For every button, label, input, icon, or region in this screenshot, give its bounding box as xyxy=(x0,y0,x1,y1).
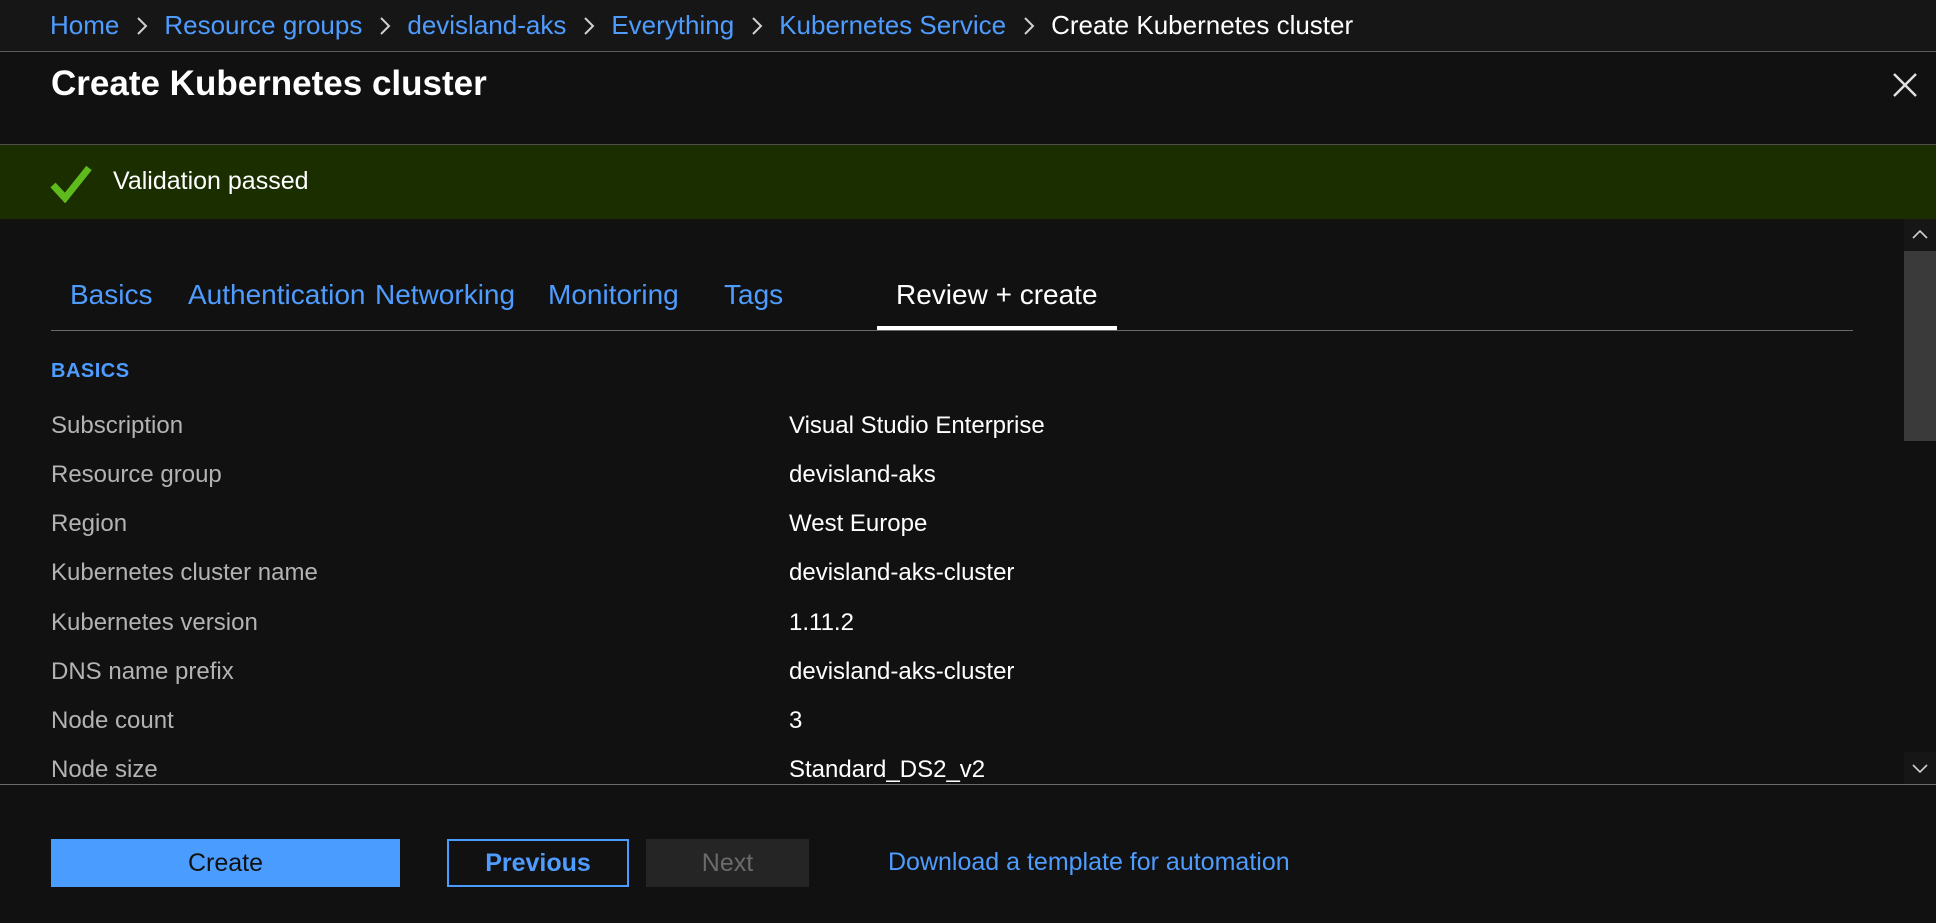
row-label: Resource group xyxy=(51,461,222,488)
breadcrumb-home[interactable]: Home xyxy=(50,10,119,41)
chevron-right-icon xyxy=(362,0,407,52)
page-title: Create Kubernetes cluster xyxy=(51,64,487,103)
validation-banner: Validation passed xyxy=(0,144,1936,219)
review-row-kubernetes-version: Kubernetes version 1.11.2 xyxy=(51,609,1851,649)
chevron-up-icon xyxy=(1912,229,1928,239)
chevron-right-icon xyxy=(734,0,779,52)
tab-basics[interactable]: Basics xyxy=(51,271,171,330)
review-row-dns-prefix: DNS name prefix devisland-aks-cluster xyxy=(51,658,1851,698)
row-value: devisland-aks xyxy=(789,461,936,488)
tab-monitoring[interactable]: Monitoring xyxy=(529,271,698,330)
row-label: DNS name prefix xyxy=(51,658,234,685)
row-label: Region xyxy=(51,510,128,537)
review-row-subscription: Subscription Visual Studio Enterprise xyxy=(51,412,1851,452)
row-label: Kubernetes version xyxy=(51,609,258,636)
review-row-region: Region West Europe xyxy=(51,510,1851,550)
scroll-down-button[interactable] xyxy=(1904,752,1936,784)
scroll-track[interactable] xyxy=(1904,251,1936,752)
review-content: Basics Authentication Networking Monitor… xyxy=(0,219,1904,784)
row-label: Subscription xyxy=(51,412,184,439)
chevron-right-icon xyxy=(1006,0,1051,52)
next-button: Next xyxy=(646,839,809,887)
row-value: Standard_DS2_v2 xyxy=(789,756,986,783)
previous-button[interactable]: Previous xyxy=(447,839,629,887)
breadcrumb-resource-group[interactable]: devisland-aks xyxy=(407,10,566,41)
section-title-basics: BASICS xyxy=(51,360,130,382)
download-template-link[interactable]: Download a template for automation xyxy=(888,848,1290,877)
breadcrumb-resource-groups[interactable]: Resource groups xyxy=(164,10,362,41)
review-row-resource-group: Resource group devisland-aks xyxy=(51,461,1851,501)
row-value: West Europe xyxy=(789,510,928,537)
tab-review-create[interactable]: Review + create xyxy=(877,271,1117,330)
wizard-tabs: Basics Authentication Networking Monitor… xyxy=(51,271,1853,331)
review-row-node-size: Node size Standard_DS2_v2 xyxy=(51,756,1851,784)
tab-networking[interactable]: Networking xyxy=(356,271,534,330)
row-value: devisland-aks-cluster xyxy=(789,559,1015,586)
row-value: 1.11.2 xyxy=(789,609,854,636)
close-icon xyxy=(1893,73,1917,97)
scroll-thumb[interactable] xyxy=(1904,251,1936,441)
create-button[interactable]: Create xyxy=(51,839,400,887)
breadcrumb: Home Resource groups devisland-aks Every… xyxy=(0,0,1936,52)
chevron-down-icon xyxy=(1912,764,1928,774)
tab-tags[interactable]: Tags xyxy=(705,271,802,330)
chevron-right-icon xyxy=(566,0,611,52)
wizard-footer: Create Previous Next Download a template… xyxy=(0,784,1936,923)
create-kubernetes-blade: Home Resource groups devisland-aks Every… xyxy=(0,0,1936,923)
row-value: Visual Studio Enterprise xyxy=(789,412,1045,439)
breadcrumb-kubernetes-service[interactable]: Kubernetes Service xyxy=(779,10,1006,41)
validation-status-text: Validation passed xyxy=(113,167,309,195)
breadcrumb-current: Create Kubernetes cluster xyxy=(1051,10,1354,40)
scroll-up-button[interactable] xyxy=(1904,219,1936,251)
row-value: devisland-aks-cluster xyxy=(789,658,1015,685)
review-row-node-count: Node count 3 xyxy=(51,707,1851,747)
checkmark-icon xyxy=(50,165,92,203)
close-button[interactable] xyxy=(1888,68,1922,102)
row-value: 3 xyxy=(789,707,803,734)
chevron-right-icon xyxy=(119,0,164,52)
review-row-cluster-name: Kubernetes cluster name devisland-aks-cl… xyxy=(51,559,1851,599)
row-label: Node count xyxy=(51,707,174,734)
row-label: Node size xyxy=(51,756,158,783)
vertical-scrollbar[interactable] xyxy=(1904,219,1936,784)
tab-authentication[interactable]: Authentication xyxy=(169,271,384,330)
breadcrumb-everything[interactable]: Everything xyxy=(611,10,734,41)
row-label: Kubernetes cluster name xyxy=(51,559,318,586)
